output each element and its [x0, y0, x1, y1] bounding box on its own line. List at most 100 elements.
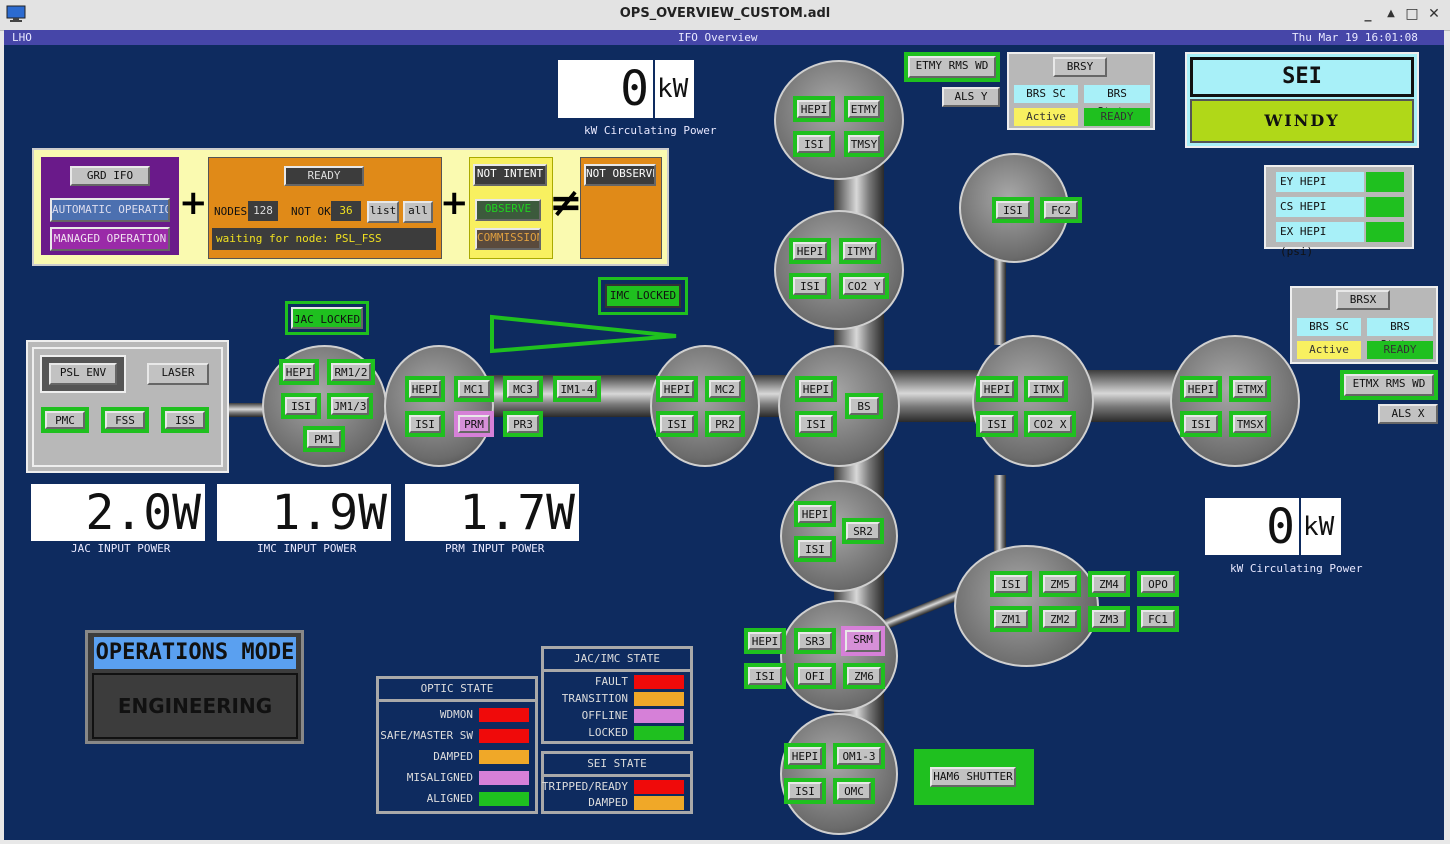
fss-button[interactable]: FSS — [105, 411, 145, 429]
bsc3-isi-button[interactable]: ISI — [793, 277, 827, 295]
pr2-button[interactable]: PR2 — [709, 415, 741, 433]
jm13-button[interactable]: JM1/3 — [331, 397, 369, 415]
bs-frame: BS — [845, 393, 883, 419]
sr2-frame: SR2 — [842, 518, 884, 544]
ham1-hepi-button[interactable]: HEPI — [283, 363, 315, 381]
not-equal-sign: ≠ — [549, 180, 583, 226]
maximize-icon[interactable]: □ — [1404, 6, 1420, 22]
mc3-button[interactable]: MC3 — [507, 380, 539, 398]
psl-env-button[interactable]: PSL ENV — [49, 363, 117, 385]
mc2-frame: MC2 — [705, 376, 745, 402]
tmsx-button[interactable]: TMSX — [1233, 415, 1267, 433]
etmy-rms-wd-button[interactable]: ETMY RMS WD — [908, 56, 996, 78]
bsc3-isi-frame: ISI — [789, 273, 831, 299]
managed-operation-button[interactable]: MANAGED OPERATION — [50, 227, 170, 251]
observe-button[interactable]: OBSERVE — [475, 199, 541, 221]
co2y-button[interactable]: CO2 Y — [843, 277, 885, 295]
bsc3-hepi-button[interactable]: HEPI — [793, 242, 827, 260]
commission-button[interactable]: COMMISSION — [475, 228, 541, 250]
ham3-hepi-button[interactable]: HEPI — [660, 380, 694, 398]
ham1-isi-button[interactable]: ISI — [285, 397, 317, 415]
etmx-hepi-frame: HEPI — [1180, 376, 1222, 402]
zm1-button[interactable]: ZM1 — [994, 610, 1028, 628]
cs-hepi-label: CS HEPI (psi) — [1276, 197, 1364, 233]
info-bar: LHO IFO Overview Thu Mar 19 16:01:08 202… — [4, 30, 1444, 57]
pr3-button[interactable]: PR3 — [507, 415, 539, 433]
fc1-button[interactable]: FC1 — [1141, 610, 1175, 628]
list-button[interactable]: list — [367, 201, 399, 223]
ham4-isi-button[interactable]: ISI — [798, 540, 832, 558]
ham5-hepi-button[interactable]: HEPI — [748, 632, 782, 650]
sr2-button[interactable]: SR2 — [846, 522, 880, 540]
bsc1-hepi-button[interactable]: HEPI — [797, 100, 831, 118]
als-x-button[interactable]: ALS X — [1378, 404, 1438, 424]
etmx-rms-wd-button[interactable]: ETMX RMS WD — [1344, 374, 1434, 396]
om13-button[interactable]: OM1-3 — [837, 747, 881, 765]
ham6-chamber — [780, 713, 898, 835]
im14-button[interactable]: IM1-4 — [557, 380, 597, 398]
sr3-button[interactable]: SR3 — [798, 632, 832, 650]
bs-button[interactable]: BS — [849, 397, 879, 415]
opo-frame: OPO — [1137, 571, 1179, 597]
etmx-button[interactable]: ETMX — [1233, 380, 1267, 398]
ham6-isi-button[interactable]: ISI — [788, 782, 822, 800]
ham4-hepi-button[interactable]: HEPI — [798, 505, 832, 523]
brsx-button[interactable]: BRSX — [1336, 290, 1390, 310]
minimize-icon[interactable]: _ — [1360, 6, 1376, 22]
bsc2-isi-button[interactable]: ISI — [799, 415, 833, 433]
brsy-button[interactable]: BRSY — [1053, 57, 1107, 77]
bsc3-chamber — [774, 210, 904, 330]
restore-icon[interactable]: ▲ — [1383, 6, 1399, 22]
itmx-frame: ITMX — [1024, 376, 1068, 402]
omc-button[interactable]: OMC — [837, 782, 871, 800]
ham2-hepi-button[interactable]: HEPI — [409, 380, 441, 398]
ham6-hepi-button[interactable]: HEPI — [788, 747, 822, 765]
bsc1-isi-button[interactable]: ISI — [797, 135, 831, 153]
ham2-isi-button[interactable]: ISI — [409, 415, 441, 433]
fc2-button[interactable]: FC2 — [1044, 201, 1078, 219]
opo-button[interactable]: OPO — [1141, 575, 1175, 593]
als-y-button[interactable]: ALS Y — [942, 87, 1000, 107]
ham4-isi-frame: ISI — [794, 536, 836, 562]
zm3-button[interactable]: ZM3 — [1092, 610, 1126, 628]
close-icon[interactable]: ✕ — [1426, 6, 1442, 22]
ofi-button[interactable]: OFI — [798, 667, 832, 685]
pm1-button[interactable]: PM1 — [307, 430, 341, 448]
itmx-isi-button[interactable]: ISI — [980, 415, 1014, 433]
automatic-operation-button[interactable]: AUTOMATIC OPERATION — [50, 198, 170, 222]
not-ok-value: 36 — [331, 201, 361, 221]
itmx-hepi-button[interactable]: HEPI — [980, 380, 1014, 398]
laser-button[interactable]: LASER — [147, 363, 209, 385]
ham3-isi-frame: ISI — [656, 411, 698, 437]
ham7-isi-button[interactable]: ISI — [994, 575, 1028, 593]
zm5-button[interactable]: ZM5 — [1043, 575, 1077, 593]
ham3-isi-button[interactable]: ISI — [660, 415, 694, 433]
etmx-hepi-button[interactable]: HEPI — [1184, 380, 1218, 398]
mc2-button[interactable]: MC2 — [709, 380, 741, 398]
zm2-frame: ZM2 — [1039, 606, 1081, 632]
rm12-button[interactable]: RM1/2 — [331, 363, 371, 381]
all-button[interactable]: all — [403, 201, 433, 223]
mc1-button[interactable]: MC1 — [458, 380, 490, 398]
itmx-button[interactable]: ITMX — [1028, 380, 1064, 398]
co2x-button[interactable]: CO2 X — [1028, 415, 1072, 433]
prm-frame: PRM — [454, 411, 494, 437]
ham5-isi-frame: ISI — [744, 663, 786, 689]
etmx-isi-button[interactable]: ISI — [1184, 415, 1218, 433]
zm2-button[interactable]: ZM2 — [1043, 610, 1077, 628]
bsc2-hepi-button[interactable]: HEPI — [799, 380, 833, 398]
ham8-isi-button[interactable]: ISI — [996, 201, 1030, 219]
prm-button[interactable]: PRM — [458, 415, 490, 433]
ham3-hepi-frame: HEPI — [656, 376, 698, 402]
ham6-shutter-button[interactable]: HAM6 SHUTTER — [930, 767, 1016, 787]
srm-button[interactable]: SRM — [845, 630, 881, 652]
ham5-isi-button[interactable]: ISI — [748, 667, 782, 685]
itmy-button[interactable]: ITMY — [843, 242, 877, 260]
tmsy-button[interactable]: TMSY — [848, 135, 880, 153]
etmy-button[interactable]: ETMY — [848, 100, 880, 118]
zm4-button[interactable]: ZM4 — [1092, 575, 1126, 593]
zm6-button[interactable]: ZM6 — [847, 667, 881, 685]
iss-button[interactable]: ISS — [165, 411, 205, 429]
grd-ifo-button[interactable]: GRD IFO — [70, 166, 150, 186]
pmc-button[interactable]: PMC — [45, 411, 85, 429]
